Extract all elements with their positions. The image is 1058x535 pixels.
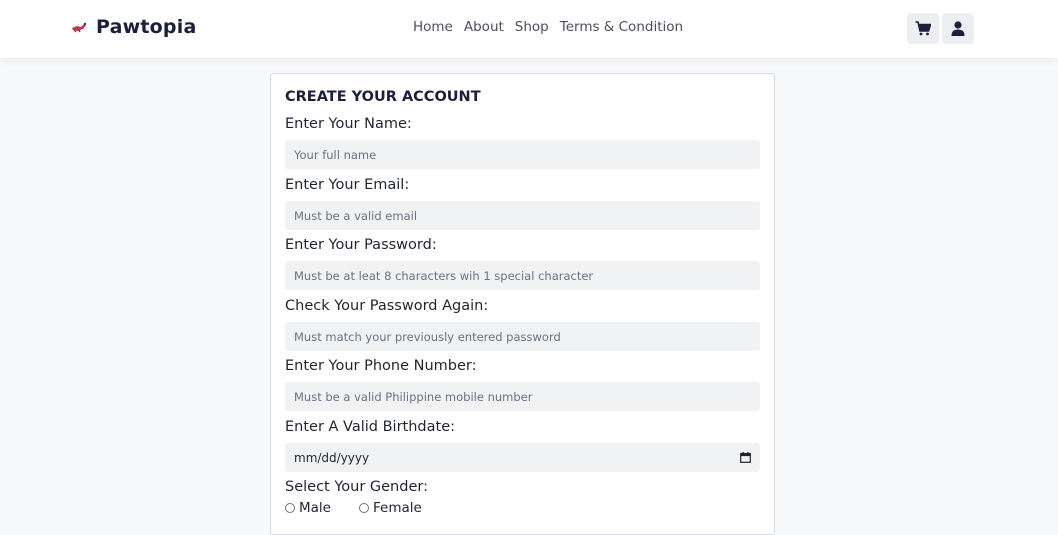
phone-label: Enter Your Phone Number: — [285, 358, 477, 374]
confirm-password-input[interactable]: Must match your previously entered passw… — [285, 322, 760, 351]
gender-options: Male Female — [285, 500, 450, 516]
main-nav: Home About Shop Terms & Condition — [413, 19, 683, 35]
gender-option-female[interactable]: Female — [358, 500, 422, 516]
nav-about-link[interactable]: About — [464, 19, 504, 35]
brand-name: Pawtopia — [96, 16, 197, 38]
birthdate-value: mm/dd/yyyy — [294, 450, 370, 465]
brand[interactable]: Pawtopia — [70, 16, 196, 38]
user-icon — [951, 21, 965, 36]
password-label: Enter Your Password: — [285, 237, 437, 253]
cart-icon — [915, 21, 931, 36]
email-input[interactable]: Must be a valid email — [285, 201, 760, 230]
top-navbar: Pawtopia Home About Shop Terms & Conditi… — [0, 0, 1058, 58]
name-input[interactable]: Your full name — [285, 140, 760, 169]
calendar-icon[interactable] — [740, 452, 751, 463]
nav-shop-link[interactable]: Shop — [515, 19, 549, 35]
birthdate-input[interactable]: mm/dd/yyyy — [285, 443, 760, 472]
cart-button[interactable] — [907, 13, 939, 44]
form-title: CREATE YOUR ACCOUNT — [285, 89, 481, 105]
user-button[interactable] — [942, 13, 974, 44]
gender-option-male[interactable]: Male — [285, 500, 331, 516]
pet-logo-icon — [70, 20, 88, 34]
birthdate-label: Enter A Valid Birthdate: — [285, 419, 455, 435]
email-label: Enter Your Email: — [285, 177, 410, 193]
male-radio[interactable] — [285, 503, 295, 513]
name-label: Enter Your Name: — [285, 116, 412, 132]
password-input[interactable]: Must be at leat 8 characters wih 1 speci… — [285, 261, 760, 290]
nav-home-link[interactable]: Home — [413, 19, 453, 35]
signup-form-card: CREATE YOUR ACCOUNT Enter Your Name: You… — [270, 73, 775, 535]
male-radio-label: Male — [299, 500, 331, 516]
female-radio-label: Female — [372, 500, 422, 516]
confirm-password-label: Check Your Password Again: — [285, 298, 489, 314]
gender-label: Select Your Gender: — [285, 479, 428, 495]
nav-terms-link[interactable]: Terms & Condition — [560, 19, 683, 35]
female-radio[interactable] — [358, 503, 369, 513]
phone-input[interactable]: Must be a valid Philippine mobile number — [285, 382, 760, 411]
